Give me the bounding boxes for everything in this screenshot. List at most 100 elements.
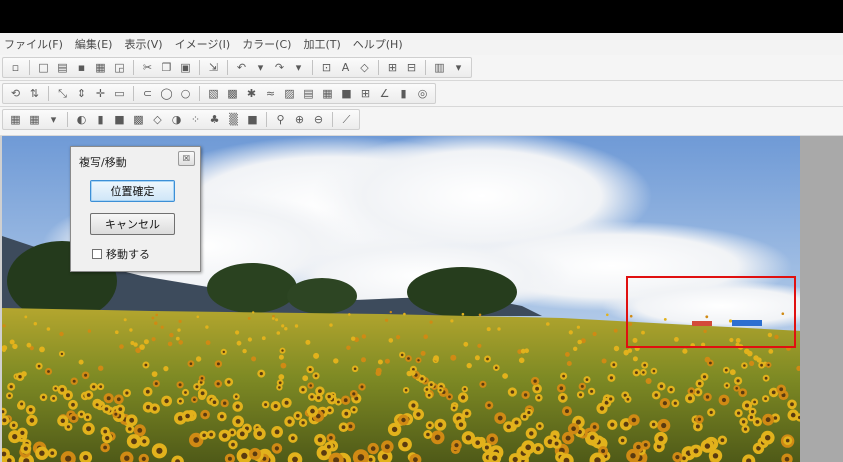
link-icon[interactable]: ⊂: [140, 86, 155, 101]
sunflower-center: [725, 384, 729, 387]
brush-icon[interactable]: ▾: [46, 112, 61, 127]
new-icon[interactable]: □: [36, 60, 51, 75]
undo-icon[interactable]: ↶: [234, 60, 249, 75]
tone-icon[interactable]: ▮: [93, 112, 108, 127]
color1-icon[interactable]: ▦: [8, 112, 23, 127]
confirm-position-button[interactable]: 位置確定: [90, 180, 175, 202]
cut-icon[interactable]: ✂: [140, 60, 155, 75]
sunflower-center: [535, 446, 541, 452]
rotate-icon[interactable]: ⟲: [8, 86, 23, 101]
sunflower: [410, 370, 416, 376]
move-checkbox-row[interactable]: 移動する: [92, 246, 150, 262]
paste-icon[interactable]: ▣: [178, 60, 193, 75]
sunflower: [9, 339, 15, 345]
save-icon[interactable]: ▪: [74, 60, 89, 75]
flip-icon[interactable]: ⇅: [27, 86, 42, 101]
redo-dropdown-icon[interactable]: ▾: [291, 60, 306, 75]
text-icon[interactable]: A: [338, 60, 353, 75]
paste-special-icon[interactable]: ⇲: [206, 60, 221, 75]
sunflower-center: [654, 393, 658, 397]
move-checkbox[interactable]: [92, 249, 102, 259]
trash-icon[interactable]: ▮: [396, 86, 411, 101]
sunflower: [26, 342, 32, 348]
sunflower-center: [612, 363, 616, 367]
blur-icon[interactable]: ◑: [169, 112, 184, 127]
pen-icon[interactable]: ∠: [377, 86, 392, 101]
filter-icon[interactable]: ▧: [206, 86, 221, 101]
sunflower-center: [231, 442, 235, 447]
sunflower: [576, 325, 581, 329]
color2-icon[interactable]: ▦: [27, 112, 42, 127]
contrast-icon[interactable]: ■: [112, 112, 127, 127]
crop-icon[interactable]: ⊡: [319, 60, 334, 75]
mosaic-icon[interactable]: ▩: [131, 112, 146, 127]
resize-icon[interactable]: ⤡: [55, 86, 70, 101]
sunflower-center: [429, 383, 433, 386]
preview-icon[interactable]: ◲: [112, 60, 127, 75]
sunflower-center: [47, 370, 50, 373]
layers-icon[interactable]: ▥: [432, 60, 447, 75]
sunflower-center: [12, 423, 16, 427]
gray-icon[interactable]: ◐: [74, 112, 89, 127]
zoom-icon[interactable]: ⚲: [273, 112, 288, 127]
fit-icon[interactable]: ▭: [112, 86, 127, 101]
invert-icon[interactable]: ■: [245, 112, 260, 127]
circle-icon[interactable]: ○: [178, 86, 193, 101]
open-icon[interactable]: ▤: [55, 60, 70, 75]
menu-color[interactable]: カラー(C): [242, 36, 291, 52]
eyedropper-icon[interactable]: ⟋: [339, 112, 354, 127]
adjust-icon[interactable]: ◇: [357, 60, 372, 75]
wave-icon[interactable]: ≈: [263, 86, 278, 101]
pattern-icon[interactable]: ▨: [282, 86, 297, 101]
zoom-out-icon[interactable]: ⊖: [311, 112, 326, 127]
sunflower-center: [178, 383, 182, 387]
print-icon[interactable]: ▦: [93, 60, 108, 75]
table-icon[interactable]: ⊞: [358, 86, 373, 101]
expand-icon[interactable]: ⇕: [74, 86, 89, 101]
sunflower-center: [357, 454, 365, 461]
menu-image[interactable]: イメージ(I): [175, 36, 231, 52]
redo-icon[interactable]: ↷: [272, 60, 287, 75]
frame-icon[interactable]: ⊟: [404, 60, 419, 75]
sunflower: [329, 323, 333, 327]
tile-icon[interactable]: ▩: [225, 86, 240, 101]
dots-icon[interactable]: ⁘: [188, 112, 203, 127]
dialog-close-button[interactable]: ☒: [178, 151, 195, 166]
grid-icon[interactable]: ⊞: [385, 60, 400, 75]
layers-dropdown-icon[interactable]: ▾: [451, 60, 466, 75]
sunflower: [423, 334, 429, 339]
effect-icon[interactable]: ✱: [244, 86, 259, 101]
selection-rectangle[interactable]: [626, 276, 796, 348]
sunflower-center: [721, 397, 727, 403]
zoom-in-icon[interactable]: ⊕: [292, 112, 307, 127]
gradient-icon[interactable]: ▦: [320, 86, 335, 101]
target-icon[interactable]: ◎: [415, 86, 430, 101]
noise-icon[interactable]: ▒: [226, 112, 241, 127]
toolbar-separator: [378, 60, 379, 75]
sunflower-center: [630, 453, 636, 459]
stamp-icon[interactable]: ▤: [301, 86, 316, 101]
sunflower-center: [562, 374, 565, 378]
doc-icon[interactable]: ▫: [8, 60, 23, 75]
fill-icon[interactable]: ■: [339, 86, 354, 101]
undo-dropdown-icon[interactable]: ▾: [253, 60, 268, 75]
toolbar-edit-buttons: ⟲ ⇅ ⤡ ⇕ ✛ ▭ ⊂ ◯ ○ ▧ ▩ ✱ ≈ ▨ ▤ ▦ ■ ⊞ ∠ ▮ ◎: [2, 83, 436, 104]
menu-process[interactable]: 加工(T): [303, 36, 340, 52]
sunflower: [420, 350, 426, 356]
sepia-icon[interactable]: ♣: [207, 112, 222, 127]
menu-edit[interactable]: 編集(E): [75, 36, 113, 52]
sharpen-icon[interactable]: ◇: [150, 112, 165, 127]
sunflower-center: [709, 361, 712, 365]
copy-icon[interactable]: ❐: [159, 60, 174, 75]
menu-view[interactable]: 表示(V): [124, 36, 162, 52]
sunflower-center: [580, 384, 584, 388]
sunflower-center: [779, 387, 784, 392]
center-icon[interactable]: ✛: [93, 86, 108, 101]
menu-help[interactable]: ヘルプ(H): [353, 36, 403, 52]
cancel-button[interactable]: キャンセル: [90, 213, 175, 235]
sunflower-center: [291, 436, 295, 441]
image-canvas[interactable]: 複写/移動 ☒ 位置確定 キャンセル 移動する: [0, 136, 843, 462]
sunflower-center: [54, 387, 57, 390]
menu-file[interactable]: ファイル(F): [4, 36, 63, 52]
shape-icon[interactable]: ◯: [159, 86, 174, 101]
